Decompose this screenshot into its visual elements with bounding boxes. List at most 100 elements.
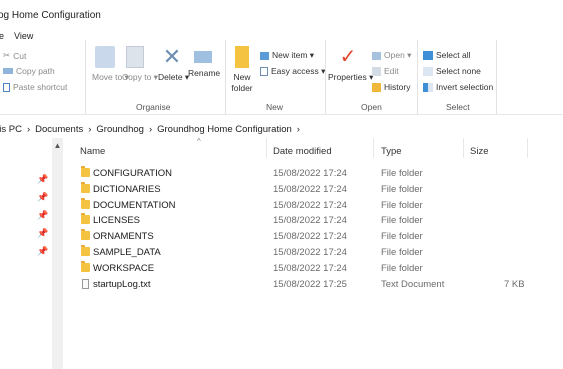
properties-check-icon: ✓ bbox=[339, 46, 357, 68]
file-type: File folder bbox=[381, 215, 423, 226]
edit-button[interactable]: Edit bbox=[372, 66, 399, 76]
file-row[interactable]: DOCUMENTATION 15/08/2022 17:24 File folder bbox=[78, 198, 548, 214]
folder-icon bbox=[81, 261, 90, 272]
properties-button[interactable]: ✓ Properties ▾ bbox=[328, 46, 373, 83]
breadcrumb-documents[interactable]: Documents bbox=[35, 124, 83, 135]
window-title: og Home Configuration bbox=[0, 10, 101, 21]
chevron-right-icon: › bbox=[296, 124, 300, 135]
breadcrumb[interactable]: his PC › Documents › Groundhog › Groundh… bbox=[0, 124, 300, 135]
delete-button[interactable]: ✕ Delete ▾ bbox=[158, 44, 189, 83]
rename-icon bbox=[194, 51, 212, 63]
file-type: File folder bbox=[381, 263, 423, 274]
file-name: ORNAMENTS bbox=[93, 231, 154, 242]
file-type: File folder bbox=[381, 184, 423, 195]
nav-pane-scrollbar[interactable]: ▲ bbox=[52, 138, 63, 369]
easy-access-button[interactable]: Easy access ▾ bbox=[260, 66, 325, 77]
ribbon-divider bbox=[0, 114, 563, 115]
copy-to-icon bbox=[126, 46, 144, 68]
file-row[interactable]: DICTIONARIES 15/08/2022 17:24 File folder bbox=[78, 182, 548, 198]
pin-icon[interactable]: 📌 bbox=[37, 246, 48, 257]
breadcrumb-current-folder[interactable]: Groundhog Home Configuration bbox=[157, 124, 292, 135]
breadcrumb-this-pc[interactable]: his PC bbox=[0, 124, 22, 135]
file-date-modified: 15/08/2022 17:24 bbox=[273, 200, 347, 211]
history-button[interactable]: History bbox=[372, 82, 410, 92]
file-type: File folder bbox=[381, 168, 423, 179]
copy-to-button[interactable]: Copy to ▾ bbox=[122, 46, 158, 83]
select-none-button[interactable]: Select none bbox=[423, 66, 481, 76]
ribbon-separator bbox=[496, 40, 497, 114]
copy-path-button[interactable]: Copy path bbox=[3, 66, 55, 76]
file-name: WORKSPACE bbox=[93, 263, 155, 274]
invert-selection-button[interactable]: Invert selection bbox=[423, 82, 493, 92]
open-icon bbox=[372, 51, 381, 60]
file-name: DICTIONARIES bbox=[93, 184, 161, 195]
folder-icon bbox=[81, 166, 90, 177]
file-date-modified: 15/08/2022 17:24 bbox=[273, 215, 347, 226]
select-all-button[interactable]: Select all bbox=[423, 50, 471, 60]
breadcrumb-groundhog[interactable]: Groundhog bbox=[96, 124, 144, 135]
folder-icon bbox=[81, 182, 90, 193]
cut-button[interactable]: ✂ Cut bbox=[3, 50, 26, 61]
new-folder-icon bbox=[235, 46, 249, 68]
column-separator[interactable] bbox=[527, 138, 528, 158]
invert-selection-icon bbox=[423, 82, 433, 92]
pin-icon[interactable]: 📌 bbox=[37, 174, 48, 185]
folder-icon bbox=[81, 198, 90, 209]
file-date-modified: 15/08/2022 17:24 bbox=[273, 184, 347, 195]
column-header-type[interactable]: Type bbox=[381, 146, 402, 157]
column-separator[interactable] bbox=[266, 138, 267, 158]
file-date-modified: 15/08/2022 17:24 bbox=[273, 263, 347, 274]
select-all-icon bbox=[423, 50, 433, 60]
file-row[interactable]: startupLog.txt 15/08/2022 17:25 Text Docum… bbox=[78, 278, 548, 293]
move-to-icon bbox=[95, 46, 115, 68]
file-name: CONFIGURATION bbox=[93, 168, 172, 179]
folder-icon bbox=[81, 229, 90, 240]
file-row[interactable]: WORKSPACE 15/08/2022 17:24 File folder bbox=[78, 261, 548, 277]
edit-icon bbox=[372, 66, 381, 76]
file-date-modified: 15/08/2022 17:24 bbox=[273, 247, 347, 258]
file-row[interactable]: ORNAMENTS 15/08/2022 17:24 File folder bbox=[78, 229, 548, 245]
file-type: File folder bbox=[381, 247, 423, 258]
text-file-icon bbox=[82, 279, 89, 289]
file-name: startupLog.txt bbox=[93, 279, 151, 290]
scissors-icon: ✂ bbox=[3, 50, 11, 60]
pin-icon[interactable]: 📌 bbox=[37, 228, 48, 239]
copy-path-icon bbox=[3, 68, 13, 74]
open-button[interactable]: Open ▾ bbox=[372, 50, 411, 61]
file-row[interactable]: SAMPLE_DATA 15/08/2022 17:24 File folder bbox=[78, 245, 548, 261]
column-header-date[interactable]: Date modified bbox=[273, 146, 332, 157]
new-item-button[interactable]: New item ▾ bbox=[260, 50, 314, 61]
column-header-size[interactable]: Size bbox=[470, 146, 488, 157]
file-date-modified: 15/08/2022 17:24 bbox=[273, 231, 347, 242]
scroll-up-icon[interactable]: ▲ bbox=[52, 141, 63, 150]
folder-icon bbox=[81, 245, 90, 256]
move-to-button[interactable]: Move to ▾ bbox=[92, 46, 129, 83]
file-type: File folder bbox=[381, 200, 423, 211]
delete-x-icon: ✕ bbox=[162, 44, 182, 69]
pin-icon[interactable]: 📌 bbox=[37, 210, 48, 221]
ribbon-separator bbox=[85, 40, 86, 114]
organise-group-label: Organise bbox=[136, 102, 171, 112]
file-row[interactable]: CONFIGURATION 15/08/2022 17:24 File folder bbox=[78, 166, 548, 182]
paste-shortcut-icon bbox=[3, 82, 10, 92]
new-folder-button[interactable]: New folder bbox=[228, 46, 256, 94]
tab-home[interactable]: e bbox=[0, 31, 4, 41]
open-group-label: Open bbox=[361, 102, 382, 112]
column-separator[interactable] bbox=[373, 138, 374, 158]
paste-shortcut-button[interactable]: Paste shortcut bbox=[3, 82, 67, 92]
file-row[interactable]: LICENSES 15/08/2022 17:24 File folder bbox=[78, 213, 548, 229]
pin-icon[interactable]: 📌 bbox=[37, 192, 48, 203]
tab-view[interactable]: View bbox=[14, 31, 33, 41]
column-separator[interactable] bbox=[463, 138, 464, 158]
rename-button[interactable]: Rename bbox=[188, 46, 220, 78]
column-header-name[interactable]: Name bbox=[80, 146, 105, 157]
new-group-label: New bbox=[266, 102, 284, 112]
file-date-modified: 15/08/2022 17:25 bbox=[273, 279, 347, 290]
select-none-icon bbox=[423, 66, 433, 76]
file-size: 7 KB bbox=[504, 279, 525, 290]
select-group-label: Select bbox=[446, 102, 470, 112]
easy-access-icon bbox=[260, 67, 268, 76]
chevron-right-icon: › bbox=[88, 124, 92, 135]
history-icon bbox=[372, 82, 381, 92]
ribbon-separator bbox=[325, 40, 326, 114]
